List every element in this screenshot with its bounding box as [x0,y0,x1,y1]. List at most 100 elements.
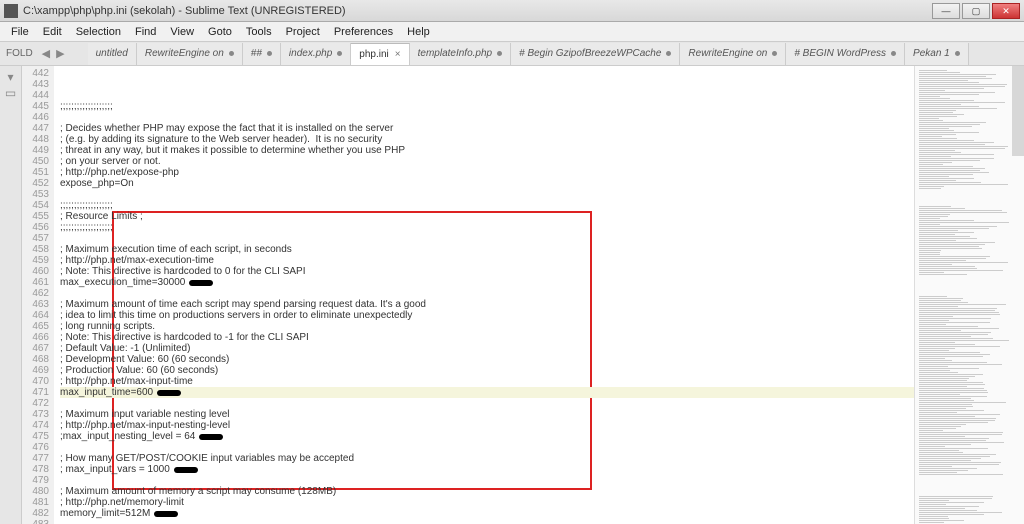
menu-preferences[interactable]: Preferences [327,24,400,40]
edit-marker-icon [199,434,223,440]
code-line[interactable]: ; Production Value: 60 (60 seconds) [60,365,914,376]
code-line[interactable]: ; Decides whether PHP may expose the fac… [60,123,914,134]
code-line[interactable] [60,442,914,453]
code-line[interactable]: ; Maximum amount of memory a script may … [60,486,914,497]
code-line[interactable]: ; How many GET/POST/COOKIE input variabl… [60,453,914,464]
code-line[interactable]: ;;;;;;;;;;;;;;;;;;; [60,101,914,112]
code-line[interactable]: ; long running scripts. [60,321,914,332]
code-line[interactable]: ; http://php.net/memory-limit [60,497,914,508]
code-line[interactable] [60,475,914,486]
edit-marker-icon [174,467,198,473]
dirty-indicator-icon [337,51,342,56]
tab-0[interactable]: untitled [88,43,137,65]
code-line[interactable]: ; Development Value: 60 (60 seconds) [60,354,914,365]
menu-project[interactable]: Project [279,24,327,40]
code-line[interactable]: ; Default Value: -1 (Unlimited) [60,343,914,354]
editor-area: ▾ ▭ 442443444445446447448449450451452453… [0,66,1024,524]
tab-close-icon[interactable]: × [395,49,401,60]
toolbar: FOLD ◀ ▶ untitled RewriteEngine on ## index… [0,42,1024,66]
code-line[interactable]: max_input_time=600 [60,387,914,398]
code-line[interactable] [60,288,914,299]
app-icon [4,4,18,18]
history-back-icon[interactable]: ◀ [39,47,53,60]
menu-find[interactable]: Find [128,24,163,40]
code-line[interactable]: ; http://php.net/expose-php [60,167,914,178]
code-line[interactable]: expose_php=On [60,178,914,189]
tab-label: RewriteEngine on [145,48,224,59]
maximize-button[interactable]: ▢ [962,3,990,19]
dirty-indicator-icon [497,51,502,56]
code-line[interactable]: max_execution_time=30000 [60,277,914,288]
code-line[interactable]: ; http://php.net/max-execution-time [60,255,914,266]
tab-5[interactable]: templateInfo.php [410,43,512,65]
code-line[interactable]: ; http://php.net/max-input-nesting-level [60,420,914,431]
menu-edit[interactable]: Edit [36,24,69,40]
tab-label: php.ini [359,49,388,60]
tab-6[interactable]: # Begin GzipofBreezeWPCache [511,43,680,65]
tab-2[interactable]: ## [243,43,281,65]
dirty-indicator-icon [267,51,272,56]
folder-icon[interactable]: ▭ [5,86,16,100]
code-line[interactable]: ;max_input_nesting_level = 64 [60,431,914,442]
line-number-gutter: 4424434444454464474484494504514524534544… [22,66,54,524]
menu-selection[interactable]: Selection [69,24,128,40]
code-line[interactable] [60,189,914,200]
dirty-indicator-icon [772,51,777,56]
tab-strip: untitled RewriteEngine on ## index.php php.i… [88,43,969,65]
tab-7[interactable]: RewriteEngine on [680,43,786,65]
tab-8[interactable]: # BEGIN WordPress [786,43,905,65]
dirty-indicator-icon [229,51,234,56]
code-line[interactable]: ; Maximum amount of time each script may… [60,299,914,310]
code-line[interactable]: ; Resource Limits ; [60,211,914,222]
tab-label: # Begin GzipofBreezeWPCache [519,48,661,59]
code-line[interactable]: ; idea to limit this time on productions… [60,310,914,321]
tab-label: templateInfo.php [418,48,493,59]
minimize-button[interactable]: — [932,3,960,19]
code-line[interactable]: ; Maximum execution time of each script,… [60,244,914,255]
code-line[interactable] [60,519,914,524]
code-line[interactable]: ;;;;;;;;;;;;;;;;;;; [60,200,914,211]
code-line[interactable]: ; max_input_vars = 1000 [60,464,914,475]
titlebar: C:\xampp\php\php.ini (sekolah) - Sublime… [0,0,1024,22]
tab-3[interactable]: index.php [281,43,351,65]
close-button[interactable]: ✕ [992,3,1020,19]
sidebar: ▾ ▭ [0,66,22,524]
tab-1[interactable]: RewriteEngine on [137,43,243,65]
dirty-indicator-icon [955,51,960,56]
code-line[interactable]: ; Note: This directive is hardcoded to 0… [60,266,914,277]
menu-help[interactable]: Help [400,24,437,40]
code-line[interactable]: ; (e.g. by adding its signature to the W… [60,134,914,145]
menubar: FileEditSelectionFindViewGotoToolsProjec… [0,22,1024,42]
code-line[interactable]: ; Note: This directive is hardcoded to -… [60,332,914,343]
menu-tools[interactable]: Tools [239,24,279,40]
tab-4[interactable]: php.ini × [351,43,409,65]
code-line[interactable]: ; Maximum input variable nesting level [60,409,914,420]
fold-button[interactable]: FOLD [0,48,39,59]
minimap-viewport[interactable] [1012,66,1024,156]
code-line[interactable]: ; http://php.net/max-input-time [60,376,914,387]
edit-marker-icon [189,280,213,286]
code-line[interactable] [60,233,914,244]
window-controls: — ▢ ✕ [932,3,1020,19]
tab-label: index.php [289,48,332,59]
edit-marker-icon [154,511,178,517]
code-editor[interactable]: ;;;;;;;;;;;;;;;;;;; ; Decides whether PHP… [54,66,914,524]
code-line[interactable]: ; threat in any way, but it makes it pos… [60,145,914,156]
menu-file[interactable]: File [4,24,36,40]
tab-label: untitled [96,48,128,59]
code-line[interactable]: memory_limit=512M [60,508,914,519]
history-forward-icon[interactable]: ▶ [53,47,67,60]
dirty-indicator-icon [666,51,671,56]
tab-label: Pekan 1 [913,48,950,59]
menu-goto[interactable]: Goto [201,24,239,40]
minimap[interactable] [914,66,1024,524]
folder-collapse-icon[interactable]: ▾ [7,70,13,84]
tab-9[interactable]: Pekan 1 [905,43,969,65]
code-line[interactable] [60,398,914,409]
menu-view[interactable]: View [163,24,201,40]
tab-label: RewriteEngine on [688,48,767,59]
code-line[interactable] [60,112,914,123]
edit-marker-icon [157,390,181,396]
code-line[interactable]: ; on your server or not. [60,156,914,167]
code-line[interactable]: ;;;;;;;;;;;;;;;;;;; [60,222,914,233]
